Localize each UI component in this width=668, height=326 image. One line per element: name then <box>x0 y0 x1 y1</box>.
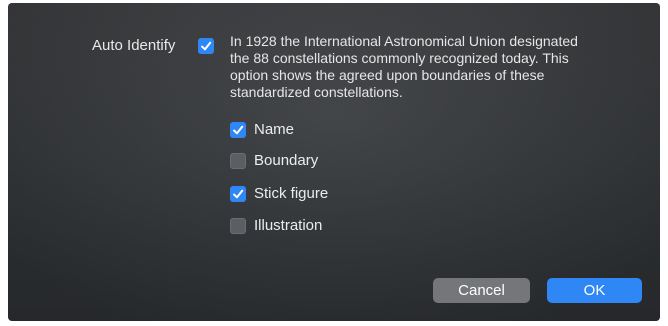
ok-button[interactable]: OK <box>547 278 642 303</box>
auto-identify-label: Auto Identify <box>92 37 176 54</box>
auto-identify-checkbox[interactable] <box>198 38 214 54</box>
constellation-options-dialog: Auto Identify In 1928 the International … <box>8 3 660 321</box>
illustration-option-label[interactable]: Illustration <box>254 216 322 236</box>
boundary-option-label[interactable]: Boundary <box>254 151 318 171</box>
description-line: standardized constellations. <box>230 84 403 100</box>
constellation-description: In 1928 the International Astronomical U… <box>230 33 650 101</box>
illustration-checkbox[interactable] <box>230 218 246 234</box>
checkmark-icon <box>233 125 244 135</box>
description-line: option shows the agreed upon boundaries … <box>230 67 545 83</box>
stick-figure-checkbox[interactable] <box>230 186 246 202</box>
name-checkbox[interactable] <box>230 122 246 138</box>
description-line: the 88 constellations commonly recognize… <box>230 50 569 66</box>
checkmark-icon <box>201 41 212 51</box>
boundary-checkbox[interactable] <box>230 153 246 169</box>
stick-figure-option-label[interactable]: Stick figure <box>254 184 328 204</box>
description-line: In 1928 the International Astronomical U… <box>230 33 578 49</box>
name-option-label[interactable]: Name <box>254 120 294 140</box>
cancel-button[interactable]: Cancel <box>433 278 530 303</box>
checkmark-icon <box>233 189 244 199</box>
